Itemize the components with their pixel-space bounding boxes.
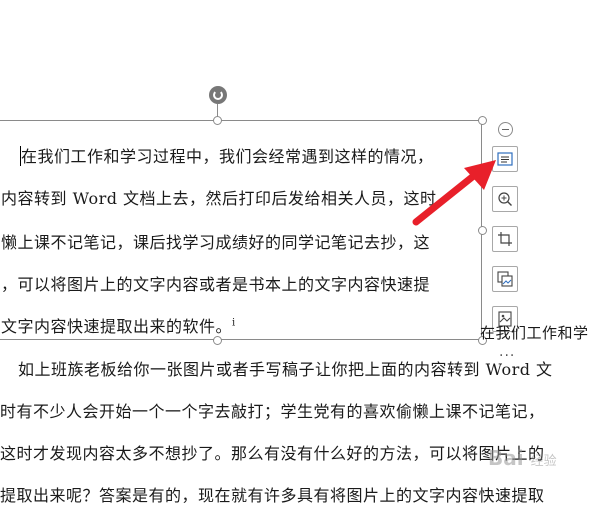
resize-handle-bottom[interactable]: [213, 336, 222, 345]
body-line-1: 如上班族老板给你一张图片或者手写稿子让你把上面的内容转到 Word 文: [18, 360, 553, 379]
frame-text-line-3: 懒上课不记笔记，课后找学习成绩好的同学记笔记去抄，这: [1, 233, 431, 252]
crop-icon: [498, 232, 512, 246]
document-page[interactable]: 在我们工作和学习过程中，我们会经常遇到这样的情况， 内容转到 Word 文档上去…: [0, 0, 600, 505]
frame-text-line-1: 在我们工作和学习过程中，我们会经常遇到这样的情况，: [21, 147, 434, 166]
watermark-brand: Bai: [488, 446, 524, 470]
resize-handle-top[interactable]: [213, 116, 222, 125]
image-swap-icon: [497, 271, 513, 287]
change-image-button[interactable]: [492, 266, 518, 292]
watermark: Bai 经验: [488, 446, 557, 470]
frame-text-line-5: 文字内容快速提取出来的软件。i: [1, 313, 236, 337]
body-line-3: 这时才发现内容太多不想抄了。那么有没有什么好的方法，可以将图片上的: [0, 444, 545, 463]
watermark-suffix: 经验: [530, 454, 557, 469]
body-line-4: 提取出来呢？答案是有的，现在就有许多具有将图片上的文字内容快速提取: [0, 486, 545, 505]
frame-text-line-5-content: 文字内容快速提取出来的软件。: [1, 317, 233, 336]
red-arrow-icon: [412, 160, 496, 226]
footnote-mark: i: [232, 317, 236, 329]
collapse-toolbar-icon[interactable]: [498, 122, 513, 137]
selected-image-frame[interactable]: 在我们工作和学习过程中，我们会经常遇到这样的情况， 内容转到 Word 文档上去…: [0, 120, 482, 340]
side-text-fragment: 在我们工作和学: [480, 324, 589, 342]
frame-text-line-2: 内容转到 Word 文档上去，然后打印后发给相关人员，这时: [1, 189, 437, 208]
resize-handle-top-right[interactable]: [478, 116, 487, 125]
frame-text-line-4: ，可以将图片上的文字内容或者是书本上的文字内容快速提: [1, 275, 431, 294]
body-line-2: 时有不少人会开始一个一个字去敲打；学生党有的喜欢偷懒上课不记笔记，: [0, 402, 545, 421]
rotate-handle-icon[interactable]: [209, 86, 227, 104]
